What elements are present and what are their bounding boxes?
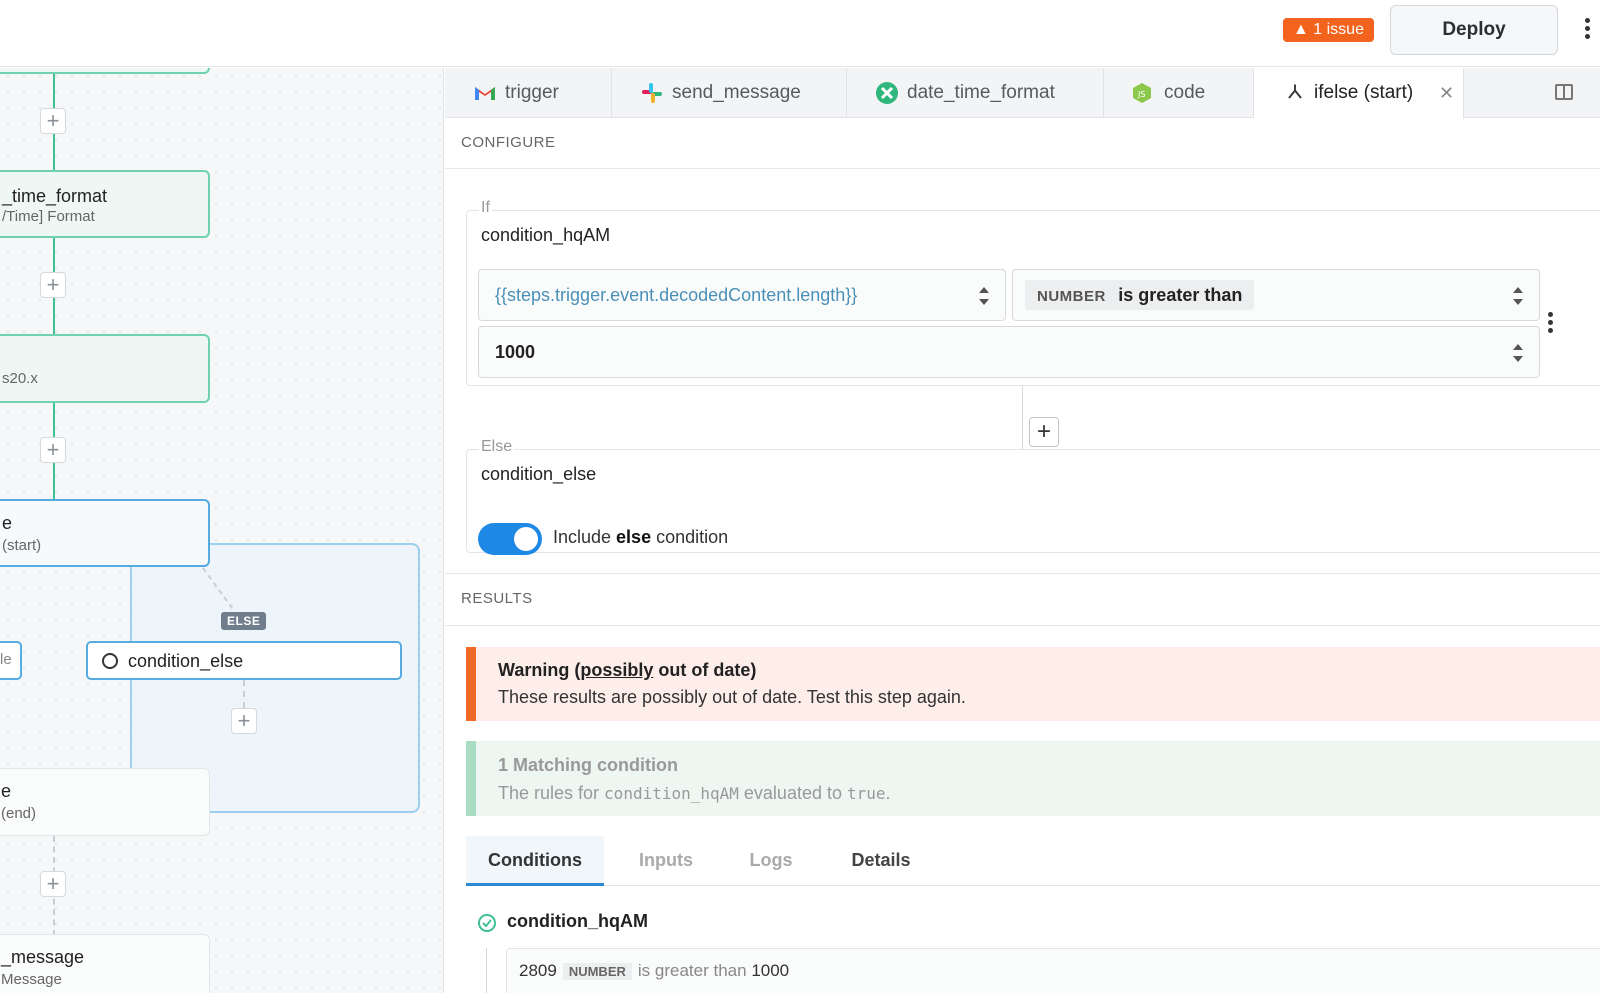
tab-code[interactable]: JS code xyxy=(1104,68,1254,118)
node-subtitle: /Time] Format xyxy=(2,208,95,225)
tab-send-message[interactable]: send_message xyxy=(612,68,847,118)
node-title: le xyxy=(0,651,12,668)
add-step-button[interactable]: + xyxy=(231,708,257,734)
split-view-icon[interactable] xyxy=(1555,84,1573,100)
issue-badge[interactable]: ▲ 1 issue xyxy=(1283,18,1374,42)
else-branch-connector xyxy=(202,567,236,613)
node-subtitle: s20.x xyxy=(2,370,38,387)
more-options-icon[interactable] xyxy=(1582,18,1592,44)
tab-ifelse-start[interactable]: ifelse (start) ✕ xyxy=(1254,68,1464,119)
configure-label: CONFIGURE xyxy=(461,134,556,151)
operator-pill: NUMBER is greater than xyxy=(1025,280,1255,310)
node-title: e xyxy=(2,513,13,533)
result-condition-detail: 2809 NUMBER is greater than 1000 xyxy=(506,948,1600,993)
tab-label: trigger xyxy=(505,82,559,103)
workflow-node-trigger[interactable] xyxy=(0,68,210,74)
add-step-button[interactable]: + xyxy=(40,272,66,298)
divider xyxy=(445,625,1600,626)
lhs-value-select[interactable]: {{steps.trigger.event.decodedContent.len… xyxy=(478,269,1006,321)
slack-icon xyxy=(642,83,662,103)
results-label: RESULTS xyxy=(461,590,533,607)
operator-select[interactable]: NUMBER is greater than xyxy=(1012,269,1540,321)
operator-label: is greater than xyxy=(1118,285,1243,305)
node-title: e xyxy=(1,781,12,801)
else-tag: ELSE xyxy=(221,612,267,630)
step-editor-panel: trigger send_message date_time_format JS… xyxy=(445,68,1600,993)
tab-inputs[interactable]: Inputs xyxy=(611,836,721,886)
tools-icon xyxy=(876,82,898,104)
warning-body: These results are possibly out of date. … xyxy=(498,687,966,707)
results-tabs: Conditions Inputs Logs Details xyxy=(466,836,1600,886)
lhs-value: {{steps.trigger.event.decodedContent.len… xyxy=(495,285,858,305)
workflow-node-ifelse-end[interactable]: e (end) xyxy=(0,768,210,836)
select-arrows-icon xyxy=(1513,287,1523,305)
include-else-toggle[interactable] xyxy=(478,523,542,555)
if-fieldset: If condition_hqAM {{steps.trigger.event.… xyxy=(466,199,1600,386)
tab-trigger[interactable]: trigger xyxy=(445,68,612,118)
match-body: The rules for condition_hqAM evaluated t… xyxy=(498,783,891,803)
add-step-button[interactable]: + xyxy=(40,108,66,134)
match-title: 1 Matching condition xyxy=(498,755,678,775)
workflow-node-send-message[interactable]: _message Message xyxy=(0,934,210,993)
warning-banner: Warning (possibly out of date) These res… xyxy=(466,647,1600,721)
node-subtitle: (end) xyxy=(1,805,37,822)
add-step-button[interactable]: + xyxy=(40,871,66,897)
workflow-node-code[interactable]: s20.x xyxy=(0,334,210,403)
add-step-button[interactable]: + xyxy=(40,437,66,463)
tab-date-time-format[interactable]: date_time_format xyxy=(847,68,1104,118)
add-condition-button[interactable]: + xyxy=(1029,417,1059,447)
tab-details[interactable]: Details xyxy=(831,836,931,886)
warning-title: Warning (possibly out of date) xyxy=(498,660,757,680)
result-condition-name: condition_hqAM xyxy=(507,911,648,931)
circle-icon xyxy=(102,653,118,669)
else-condition-name[interactable]: condition_else xyxy=(481,464,596,485)
workflow-canvas[interactable]: + _time_format /Time] Format + s20.x + e… xyxy=(0,68,444,993)
tab-label: send_message xyxy=(672,82,801,103)
node-subtitle: Message xyxy=(1,971,62,988)
check-circle-icon xyxy=(478,914,496,932)
include-else-label: Include else condition xyxy=(553,527,729,547)
connector xyxy=(243,680,245,708)
svg-text:JS: JS xyxy=(1137,90,1145,99)
gmail-icon xyxy=(475,87,495,100)
tab-label: code xyxy=(1164,82,1206,103)
condition-options-icon[interactable] xyxy=(1545,312,1555,338)
operator-type: NUMBER xyxy=(1037,288,1106,305)
top-bar: ▲ 1 issue Deploy xyxy=(0,0,1600,67)
rhs-value: 1000 xyxy=(495,342,536,362)
result-expression: 2809 NUMBER is greater than 1000 xyxy=(519,961,790,980)
node-title: condition_else xyxy=(128,651,244,671)
workflow-node-if-condition[interactable]: le xyxy=(0,641,22,680)
workflow-node-ifelse-start[interactable]: e (start) xyxy=(0,499,210,567)
else-legend: Else xyxy=(479,438,515,456)
if-condition-name[interactable]: condition_hqAM xyxy=(481,225,610,246)
divider xyxy=(445,168,1600,169)
workflow-node-condition-else[interactable]: condition_else xyxy=(86,641,402,680)
node-title: _time_format xyxy=(2,186,108,206)
step-tabs: trigger send_message date_time_format JS… xyxy=(445,68,1600,119)
nodejs-icon: JS xyxy=(1133,83,1151,103)
connector-line xyxy=(486,948,487,993)
tab-label: date_time_format xyxy=(907,82,1055,103)
tab-logs[interactable]: Logs xyxy=(721,836,821,886)
rhs-value-input[interactable]: 1000 xyxy=(478,326,1540,378)
deploy-button[interactable]: Deploy xyxy=(1390,5,1558,55)
select-arrows-icon xyxy=(1513,344,1523,362)
node-title: _message xyxy=(1,947,85,967)
if-legend: If xyxy=(479,199,492,217)
match-banner: 1 Matching condition The rules for condi… xyxy=(466,741,1600,816)
node-subtitle: (start) xyxy=(2,537,42,554)
tab-conditions[interactable]: Conditions xyxy=(466,836,604,886)
tab-label: ifelse (start) xyxy=(1314,82,1414,103)
select-arrows-icon xyxy=(979,287,989,305)
workflow-node-date-time-format[interactable]: _time_format /Time] Format xyxy=(0,170,210,238)
close-tab-icon[interactable]: ✕ xyxy=(1439,68,1454,118)
connector-line xyxy=(1022,386,1023,450)
branch-icon xyxy=(1288,84,1302,99)
divider xyxy=(445,573,1600,574)
